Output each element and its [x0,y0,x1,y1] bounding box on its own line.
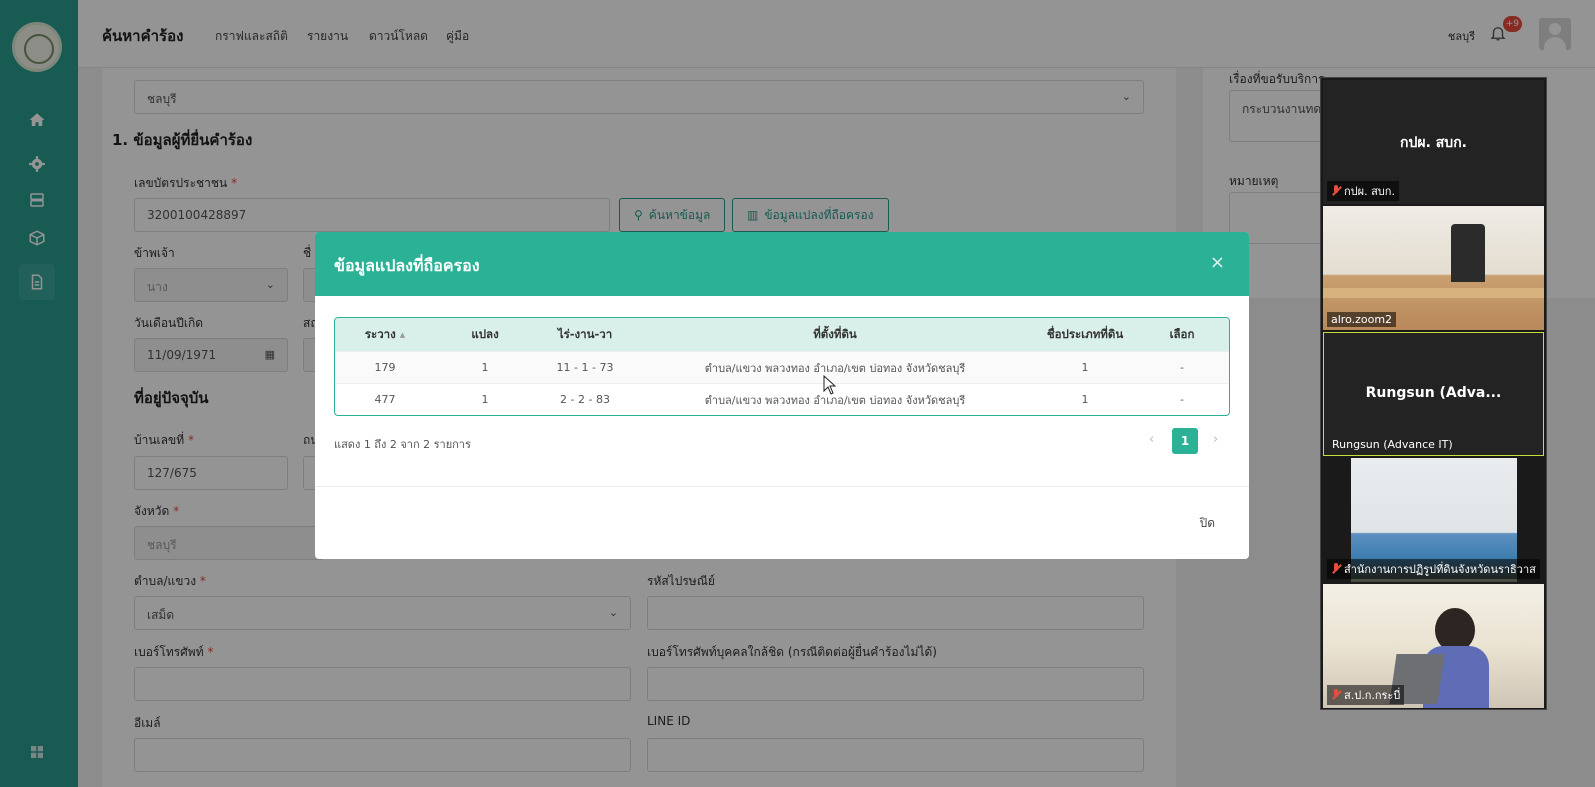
cell-land-type: 1 [1081,393,1089,406]
page-1-button[interactable]: 1 [1172,428,1198,454]
participant-label: กปผ. สบก. [1327,181,1399,201]
participant-label: alro.zoom2 [1327,312,1397,327]
cell-area: 2 - 2 - 83 [560,393,610,406]
participant-tile-active-speaker[interactable]: Rungsun (Adva... Rungsun (Advance IT) [1323,332,1544,456]
participant-tile[interactable]: กปผ. สบก. กปผ. สบก. [1323,80,1544,204]
participant-label: สำนักงานการปฏิรูปที่ดินจังหวัดนราธิวาส [1327,559,1540,579]
column-header-area[interactable]: ไร่-งาน-วา [535,318,635,351]
cell-select[interactable]: - [1135,384,1229,415]
next-page-button[interactable]: › [1213,432,1218,447]
cell-sheet: 179 [374,361,396,374]
desk-shape [1323,288,1544,298]
participant-tile[interactable]: alro.zoom2 [1323,206,1544,330]
column-header-location[interactable]: ที่ตั้งที่ดิน [635,318,1035,351]
table-header: ระวาง ▲ แปลง ไร่-งาน-วา ที่ตั้งที่ดิน ชื… [335,318,1229,351]
close-button[interactable]: ปิด [1200,514,1215,533]
sort-ascending-icon[interactable]: ▲ [400,331,405,339]
mic-muted-icon [1331,689,1341,701]
cell-select[interactable]: - [1135,352,1229,383]
cell-area: 11 - 1 - 73 [556,361,614,374]
previous-page-button[interactable]: ‹ [1149,432,1154,447]
column-header-plot[interactable]: แปลง [435,318,535,351]
plot-table: ระวาง ▲ แปลง ไร่-งาน-วา ที่ตั้งที่ดิน ชื… [334,317,1230,416]
participant-label: Rungsun (Advance IT) [1332,438,1453,451]
participant-label: ส.ป.ก.กระบี่ [1327,685,1405,705]
table-row[interactable]: 477 1 2 - 2 - 83 ตำบล/แขวง พลวงทอง อำเภอ… [335,383,1229,415]
participant-tile[interactable]: สำนักงานการปฏิรูปที่ดินจังหวัดนราธิวาส [1323,458,1544,582]
table-summary: แสดง 1 ถึง 2 จาก 2 รายการ [334,438,471,451]
zoom-participants-panel: กปผ. สบก. กปผ. สบก. alro.zoom2 Rungsun (… [1320,77,1547,710]
column-header-select[interactable]: เลือก [1135,318,1229,351]
modal-divider [315,486,1249,487]
participant-name: กปผ. สบก. [1400,135,1467,151]
column-header-sheet[interactable]: ระวาง ▲ [335,318,435,351]
modal-header: ข้อมูลแปลงที่ถือครอง × [315,232,1249,296]
close-icon[interactable]: × [1210,252,1225,273]
plot-data-modal: ข้อมูลแปลงที่ถือครอง × ระวาง ▲ แปลง ไร่-… [315,232,1249,559]
participant-tile[interactable]: ส.ป.ก.กระบี่ [1323,584,1544,708]
column-header-land-type[interactable]: ชื่อประเภทที่ดิน [1035,318,1135,351]
participant-name: Rungsun (Adva... [1365,385,1502,401]
mouse-cursor-icon [823,375,837,395]
cell-sheet: 477 [374,393,396,406]
cell-plot: 1 [481,393,489,406]
chair-shape [1451,224,1485,282]
cell-plot: 1 [481,361,489,374]
table-row[interactable]: 179 1 11 - 1 - 73 ตำบล/แขวง พลวงทอง อำเภ… [335,351,1229,383]
mic-muted-icon [1331,563,1341,575]
cell-land-type: 1 [1081,361,1089,374]
mic-muted-icon [1331,185,1341,197]
modal-title: ข้อมูลแปลงที่ถือครอง [334,256,480,275]
